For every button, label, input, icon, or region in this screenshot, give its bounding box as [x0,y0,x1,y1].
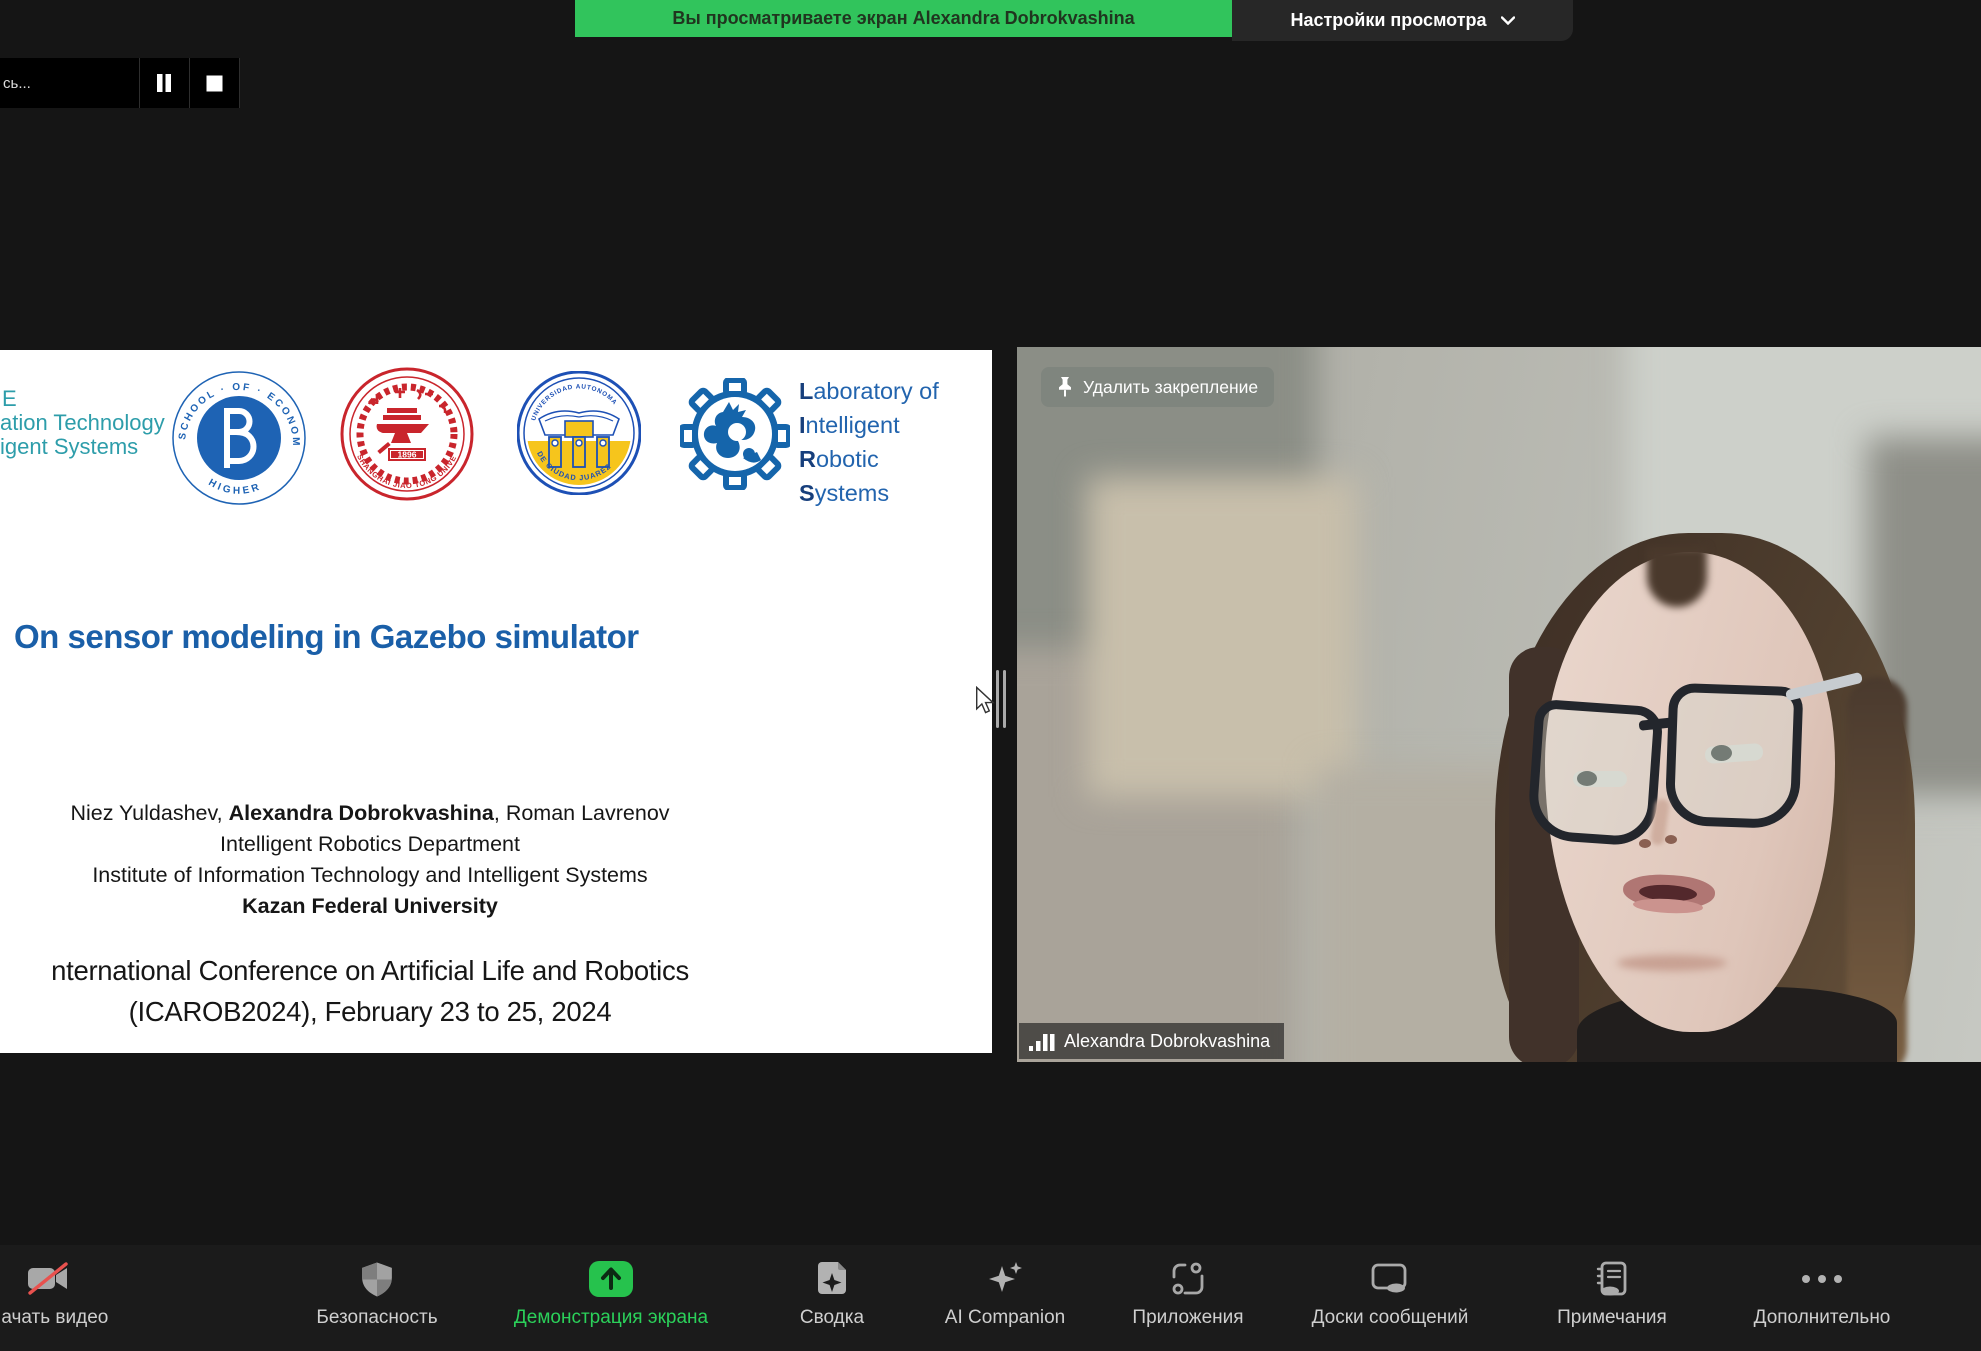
hse-university-logo: SCHOOL · OF · ECONOMICS HIGHER [172,371,306,505]
slide-authors-block: Niez Yuldashev, Alexandra Dobrokvashina,… [0,798,740,922]
stop-recording-button[interactable] [190,58,239,108]
participant-name-label: Alexandra Dobrokvashina [1064,1031,1270,1052]
shared-screen-slide: E ation Technology igent Systems SCHOOL … [0,350,992,1053]
uacj-university-logo: UNIVERSIDAD AUTONOMA DE CIUDAD JUAREZ [517,371,641,495]
screen-viewing-banner: Вы просматриваете экран Alexandra Dobrok… [575,0,1232,37]
university-line: Kazan Federal University [0,891,740,922]
conference-block: nternational Conference on Artificial Li… [0,950,752,1032]
share-screen-button[interactable]: Демонстрация экрана [501,1259,721,1329]
institute-line: Institute of Information Technology and … [0,860,740,891]
lirs-line-initial: L [799,378,813,404]
nostril [1665,835,1677,844]
whiteboards-button[interactable]: Доски сообщений [1280,1259,1500,1329]
share-screen-icon [588,1260,634,1298]
lirs-line-initial: R [799,446,816,472]
security-button[interactable]: Безопасность [267,1259,487,1329]
pause-recording-button[interactable] [140,58,189,108]
notes-label: Примечания [1557,1307,1667,1329]
lirs-line-initial: S [799,480,815,506]
view-settings-label: Настройки просмотра [1290,10,1486,31]
uacj-book-columns [539,411,619,467]
lirs-line-rest: obotic [816,446,879,472]
screen-viewing-banner-text: Вы просматриваете экран Alexandra Dobrok… [672,8,1134,29]
participant-name-tag: Alexandra Dobrokvashina [1019,1023,1284,1059]
camera-off-icon [26,1262,70,1296]
recording-status-text: сь... [0,75,139,92]
whiteboard-icon [1371,1263,1409,1295]
pin-icon [1057,376,1073,398]
apps-button[interactable]: Приложения [1078,1259,1298,1329]
slide-title: On sensor modeling in Gazebo simulator [14,618,974,656]
audio-level-icon [1029,1031,1055,1051]
apps-label: Приложения [1132,1307,1243,1329]
stop-icon [206,75,223,92]
nostril [1639,839,1651,848]
itis-logo-text-fragment: E [2,390,17,408]
divider [239,58,240,108]
chin-shadow [1617,955,1727,971]
lirs-line-rest: aboratory of [813,378,938,404]
security-label: Безопасность [316,1307,437,1329]
ai-companion-label: AI Companion [945,1307,1065,1329]
mouse-cursor [975,686,997,716]
start-video-button[interactable]: Начать видео [0,1259,158,1329]
view-settings-button[interactable]: Настройки просмотра [1232,0,1573,41]
itis-logo-text-fragment: ation Technology [0,414,165,432]
zoom-meeting-window: Вы просматриваете экран Alexandra Dobrok… [0,0,1981,1351]
start-video-label: Начать видео [0,1307,108,1329]
meeting-toolbar: Начать видео Безопасность [0,1245,1981,1351]
more-label: Дополнительно [1754,1307,1891,1329]
more-button[interactable]: Дополнительно [1712,1259,1932,1329]
share-screen-label: Демонстрация экрана [514,1307,708,1329]
itis-logo-text-fragment: igent Systems [0,438,138,456]
recording-control-bar: сь... [0,58,240,108]
conference-line: nternational Conference on Artificial Li… [0,950,752,991]
lirs-gear-logo [680,378,790,490]
sjtu-university-logo: SHANGHAI JIAO TONG UNIVERSITY 1896 [340,367,474,501]
more-ellipsis-icon [1800,1274,1844,1284]
lirs-lab-name: Laboratory of Intelligent Robotic System… [799,374,989,510]
unpin-button[interactable]: Удалить закрепление [1041,367,1274,407]
pause-icon [155,73,173,93]
conference-line: (ICAROB2024), February 23 to 25, 2024 [0,991,752,1032]
author-name: Niez Yuldashev, [70,801,228,825]
apps-icon [1171,1262,1205,1296]
chevron-down-icon [1501,16,1515,25]
summary-doc-icon [814,1260,850,1298]
authors-line: Niez Yuldashev, Alexandra Dobrokvashina,… [0,798,740,829]
ai-companion-sparkle-icon [986,1260,1024,1298]
summary-label: Сводка [800,1307,864,1329]
lirs-line-rest: ystems [815,480,889,506]
notes-icon [1595,1260,1629,1298]
security-shield-icon [360,1261,394,1298]
notes-button[interactable]: Примечания [1502,1259,1722,1329]
glasses-right-lens [1665,683,1804,830]
author-name-presenter: Alexandra Dobrokvashina [229,801,494,825]
whiteboards-label: Доски сообщений [1312,1307,1469,1329]
department-line: Intelligent Robotics Department [0,829,740,860]
sjtu-year-text: 1896 [398,450,417,460]
lirs-line-rest: ntelligent [806,412,900,438]
unpin-button-label: Удалить закрепление [1083,377,1258,398]
participant-video-tile: Удалить закрепление Alexandra Dobrokvash… [1017,347,1981,1062]
panel-splitter-handle[interactable] [1003,670,1006,728]
author-name: , Roman Lavrenov [494,801,670,825]
hair-parting [1647,547,1707,607]
video-background-blob [1087,477,1357,797]
